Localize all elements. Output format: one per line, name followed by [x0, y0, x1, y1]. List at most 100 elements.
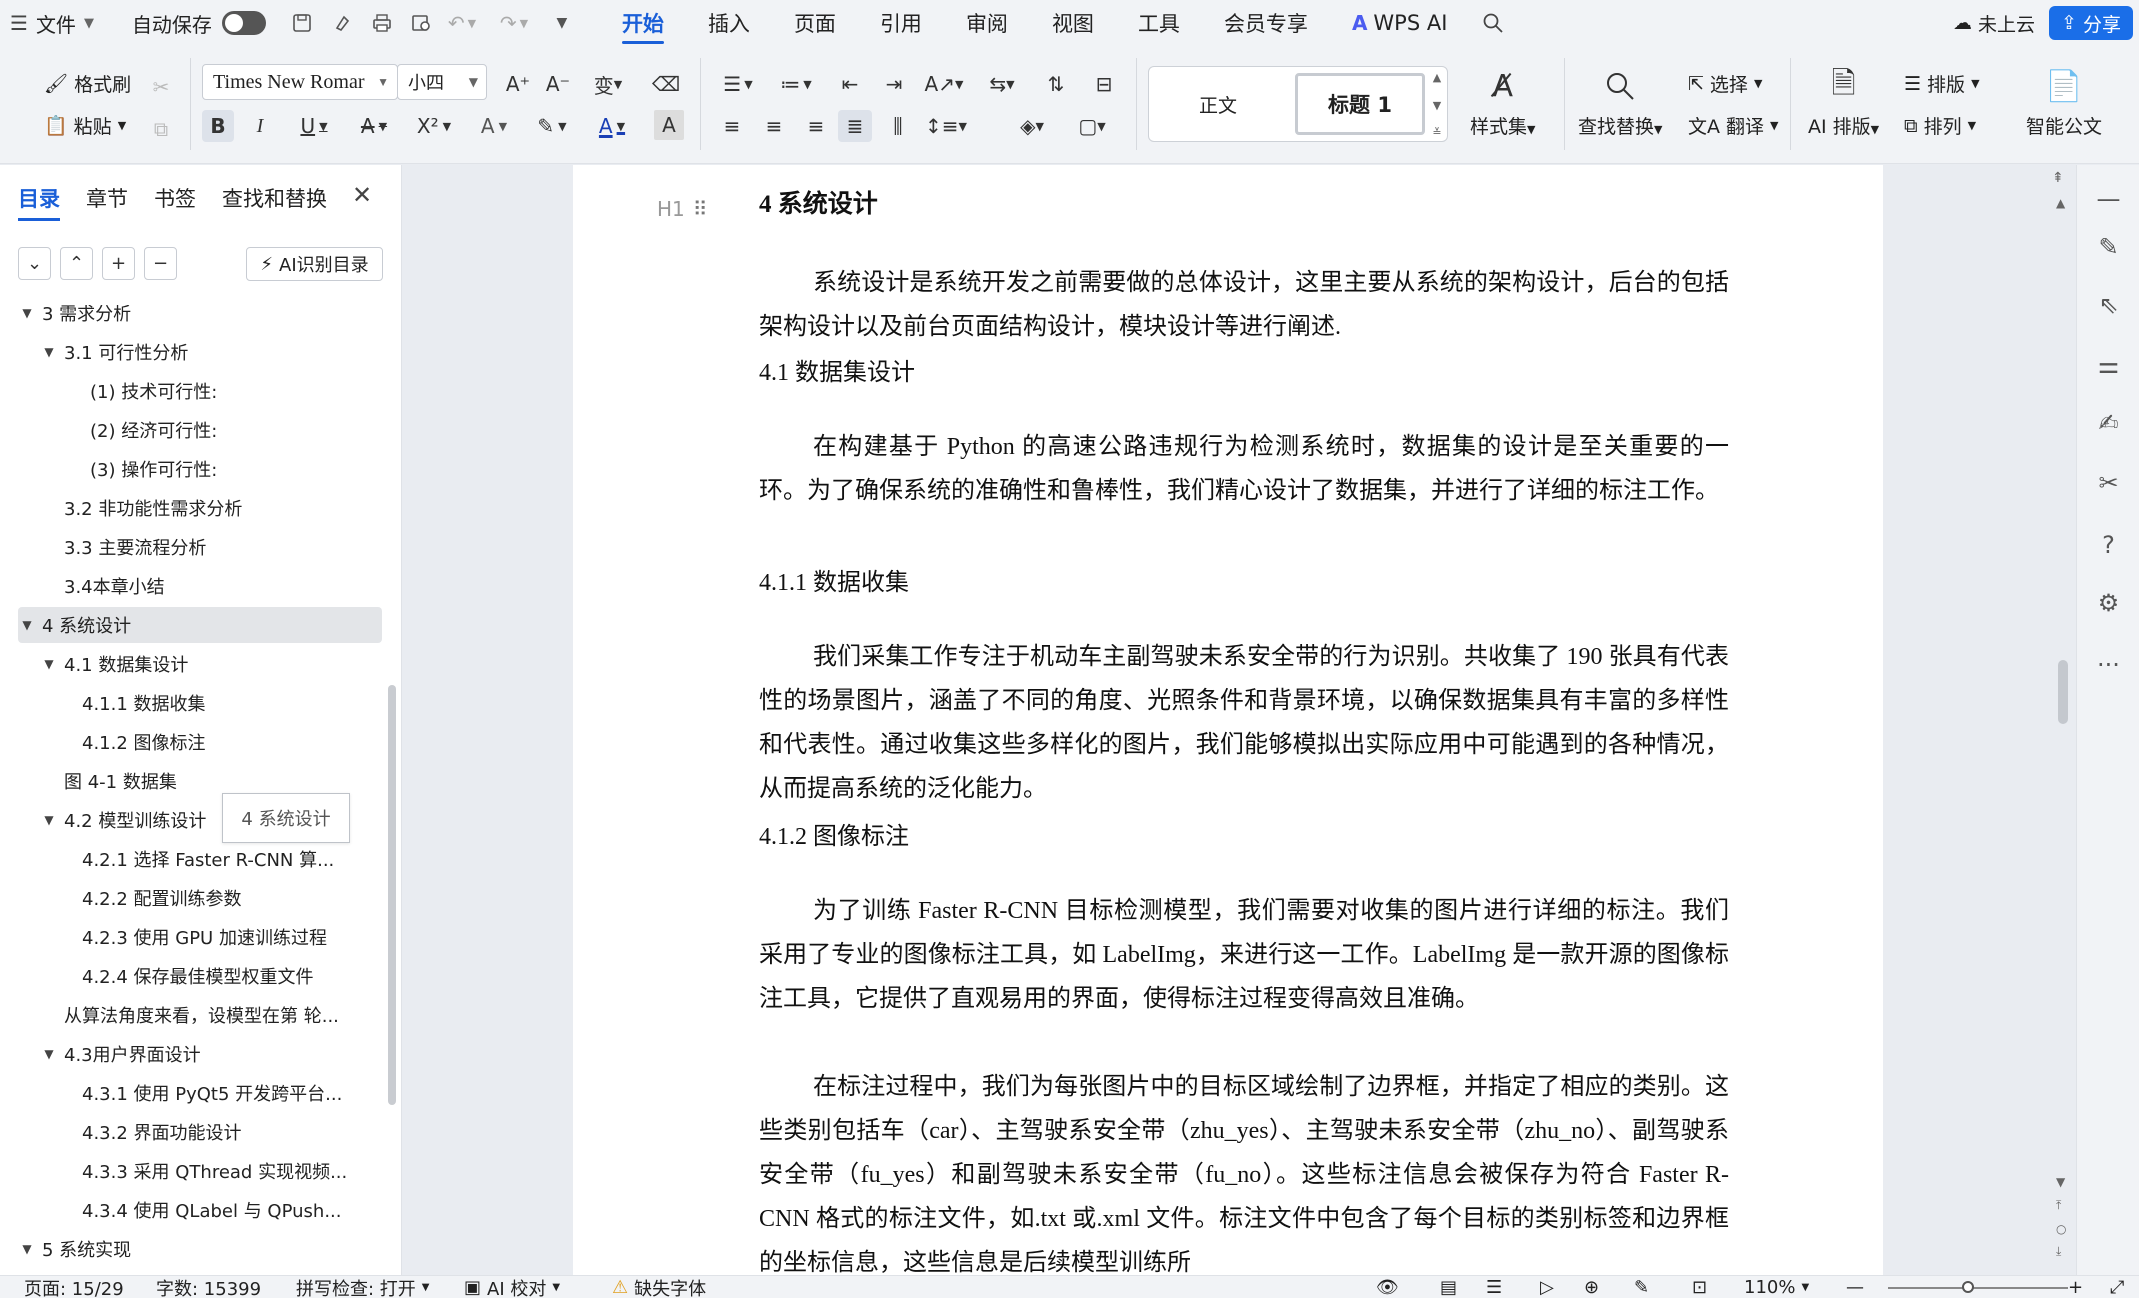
export-pdf-icon[interactable]	[322, 0, 362, 46]
borders-icon[interactable]: ▢ ▼	[1070, 110, 1114, 142]
zoom-level[interactable]: 110% ▼	[1744, 1276, 1809, 1298]
toc-item[interactable]: 4.3.2 界面功能设计	[18, 1114, 382, 1150]
zoom-slider-knob[interactable]	[1962, 1281, 1974, 1293]
heading-data-collection[interactable]: 4.1.1 数据收集	[759, 563, 1729, 603]
tab-wps-ai[interactable]: A WPS AI	[1330, 0, 1469, 46]
web-view-icon[interactable]: ⊕	[1584, 1276, 1599, 1298]
print-preview-icon[interactable]	[402, 0, 442, 46]
heading-image-annotation[interactable]: 4.1.2 图像标注	[759, 817, 1729, 857]
eye-icon[interactable]: 👁	[1376, 1276, 1399, 1298]
tab-view[interactable]: 视图	[1030, 0, 1116, 46]
heading-marker[interactable]: H1 ⠿	[657, 197, 707, 221]
cloud-status[interactable]: ☁ 未上云	[1939, 10, 2049, 37]
paragraph-4[interactable]: 为了训练 Faster R-CNN 目标检测模型，我们需要对收集的图片进行详细的…	[759, 889, 1729, 1021]
text-direction-icon[interactable]: A↗ ▼	[922, 68, 966, 100]
translate-button[interactable]: 文A 翻译 ▼	[1688, 112, 1778, 139]
more-chevron-icon[interactable]: ▼	[542, 0, 582, 46]
pen-icon[interactable]: ✎	[2077, 227, 2139, 267]
caret-down-icon[interactable]: ▼	[18, 306, 36, 320]
show-marks-icon[interactable]: ⊟	[1088, 68, 1120, 100]
text-effect-button[interactable]: A ▼	[472, 110, 516, 142]
char-shading-button[interactable]: A	[654, 110, 684, 140]
toc-item[interactable]: ▼ 4 系统设计	[18, 607, 382, 643]
redo-icon[interactable]: ↷ ▼	[494, 0, 534, 46]
tools-icon[interactable]: ✂	[2077, 463, 2139, 503]
nav-tab-sections[interactable]: 章节	[86, 183, 128, 213]
page-view-icon[interactable]: ▤	[1440, 1276, 1457, 1298]
align-right-icon[interactable]: ≡	[800, 110, 832, 142]
nav-tab-find-replace[interactable]: 查找和替换	[222, 183, 327, 213]
caret-down-icon[interactable]: ▼	[40, 1047, 58, 1061]
print-icon[interactable]	[362, 0, 402, 46]
toc-item[interactable]: 4.2.3 使用 GPU 加速训练过程	[18, 919, 382, 955]
toc-item[interactable]: ▼ 3 需求分析	[18, 305, 382, 331]
autosave-switch[interactable]	[221, 11, 266, 35]
align-left-icon[interactable]: ≡	[716, 110, 748, 142]
ai-check[interactable]: ▣ AI 校对 ▼	[464, 1276, 560, 1298]
font-color-button[interactable]: A ▼	[590, 110, 634, 142]
line-swap-icon[interactable]: ⇆ ▼	[980, 68, 1024, 100]
minimize-icon[interactable]: —	[2077, 179, 2139, 219]
paragraph-1[interactable]: 系统设计是系统开发之前需要做的总体设计，这里主要从系统的架构设计，后台的包括架构…	[759, 261, 1729, 349]
strikethrough-button[interactable]: A ▼	[352, 110, 396, 142]
cut-icon[interactable]: ✂	[146, 72, 176, 102]
clear-format-icon[interactable]: ⌫	[650, 68, 682, 100]
tab-references[interactable]: 引用	[858, 0, 944, 46]
scroll-up-icon[interactable]: ▲	[2056, 196, 2065, 210]
paragraph-5[interactable]: 在标注过程中，我们为每张图片中的目标区域绘制了边界框，并指定了相应的类别。这些类…	[759, 1065, 1729, 1275]
arrange-button[interactable]: ⧉ 排列 ▼	[1904, 112, 1976, 139]
scroll-top-icon[interactable]: ⇞	[2052, 170, 2064, 186]
fit-page-icon[interactable]: ⊡	[1692, 1276, 1707, 1298]
distributed-align-icon[interactable]: ⫼	[882, 110, 914, 142]
font-name-select[interactable]: Times New Romar ▼	[202, 64, 398, 100]
ai-writing-icon[interactable]: ✍	[2077, 403, 2139, 443]
toc-item[interactable]: 4.3.4 使用 QLabel 与 QPush...	[18, 1192, 382, 1228]
line-spacing-icon[interactable]: ↕≡ ▼	[924, 110, 968, 142]
layout-button[interactable]: ☰ 排版 ▼	[1904, 70, 1980, 97]
font-shrink-icon[interactable]: A⁻	[542, 68, 574, 100]
settings-icon[interactable]: ⚙	[2077, 583, 2139, 623]
copy-icon[interactable]: ⧉	[146, 114, 176, 144]
numbering-icon[interactable]: ≔ ▼	[774, 68, 818, 100]
italic-button[interactable]: I	[244, 110, 276, 142]
heading-dataset-design[interactable]: 4.1 数据集设计	[759, 353, 1729, 393]
page-indicator[interactable]: 页面: 15/29	[24, 1276, 124, 1298]
expand-all-button[interactable]: ⌄	[18, 247, 51, 280]
smart-doc-button[interactable]: 📄 智能公文	[2026, 60, 2102, 139]
share-button[interactable]: ⇪ 分享	[2049, 6, 2133, 40]
zoom-out-icon[interactable]: —	[1846, 1276, 1864, 1298]
zoom-in-icon[interactable]: +	[2068, 1276, 2083, 1298]
toc-item[interactable]: 从算法角度来看，设模型在第 轮...	[18, 997, 382, 1033]
underline-button[interactable]: U ▼	[292, 110, 336, 142]
fullscreen-icon[interactable]: ⤢	[2110, 1276, 2124, 1298]
align-justify-icon[interactable]: ≣	[838, 110, 872, 142]
toc-item[interactable]: 4.3.3 采用 QThread 实现视频...	[18, 1153, 382, 1189]
collapse-all-button[interactable]: ⌃	[60, 247, 93, 280]
save-icon[interactable]	[282, 0, 322, 46]
tab-review[interactable]: 审阅	[944, 0, 1030, 46]
drag-handle-icon[interactable]: ⠿	[693, 197, 708, 221]
document-scrollbar[interactable]	[2058, 660, 2068, 724]
toc-item[interactable]: ▼ 5 系统实现	[18, 1231, 382, 1267]
find-replace-button[interactable]: 查找替换▼	[1578, 60, 1662, 139]
zoom-slider[interactable]	[1888, 1287, 2068, 1289]
select-button[interactable]: ⇱ 选择 ▼	[1688, 70, 1762, 97]
align-center-icon[interactable]: ≡	[758, 110, 790, 142]
help-icon[interactable]: ?	[2077, 525, 2139, 565]
toc-item[interactable]: ▼ 3.1 可行性分析	[18, 334, 382, 370]
caret-down-icon[interactable]: ▼	[40, 345, 58, 359]
toc-item[interactable]: 4.1.1 数据收集	[18, 685, 382, 721]
missing-font[interactable]: ⚠ 缺失字体	[612, 1276, 706, 1298]
autosave-toggle[interactable]: 自动保存	[122, 0, 276, 46]
caret-down-icon[interactable]: ▼	[18, 618, 36, 632]
file-menu[interactable]: ☰ 文件 ▼	[0, 0, 104, 46]
browse-object-icon[interactable]: ○	[2056, 1222, 2066, 1236]
tab-home[interactable]: 开始	[600, 0, 686, 46]
ai-toc-button[interactable]: ⚡ AI识别目录	[246, 247, 383, 281]
toc-item[interactable]: (3) 操作可行性:	[18, 451, 382, 487]
toc-item[interactable]: 4.2.4 保存最佳模型权重文件	[18, 958, 382, 994]
word-count[interactable]: 字数: 15399	[156, 1276, 261, 1298]
spell-check[interactable]: 拼写检查: 打开 ▼	[296, 1276, 430, 1298]
caret-down-icon[interactable]: ▼	[40, 813, 58, 827]
toc-item[interactable]: 3.4本章小结	[18, 568, 382, 604]
